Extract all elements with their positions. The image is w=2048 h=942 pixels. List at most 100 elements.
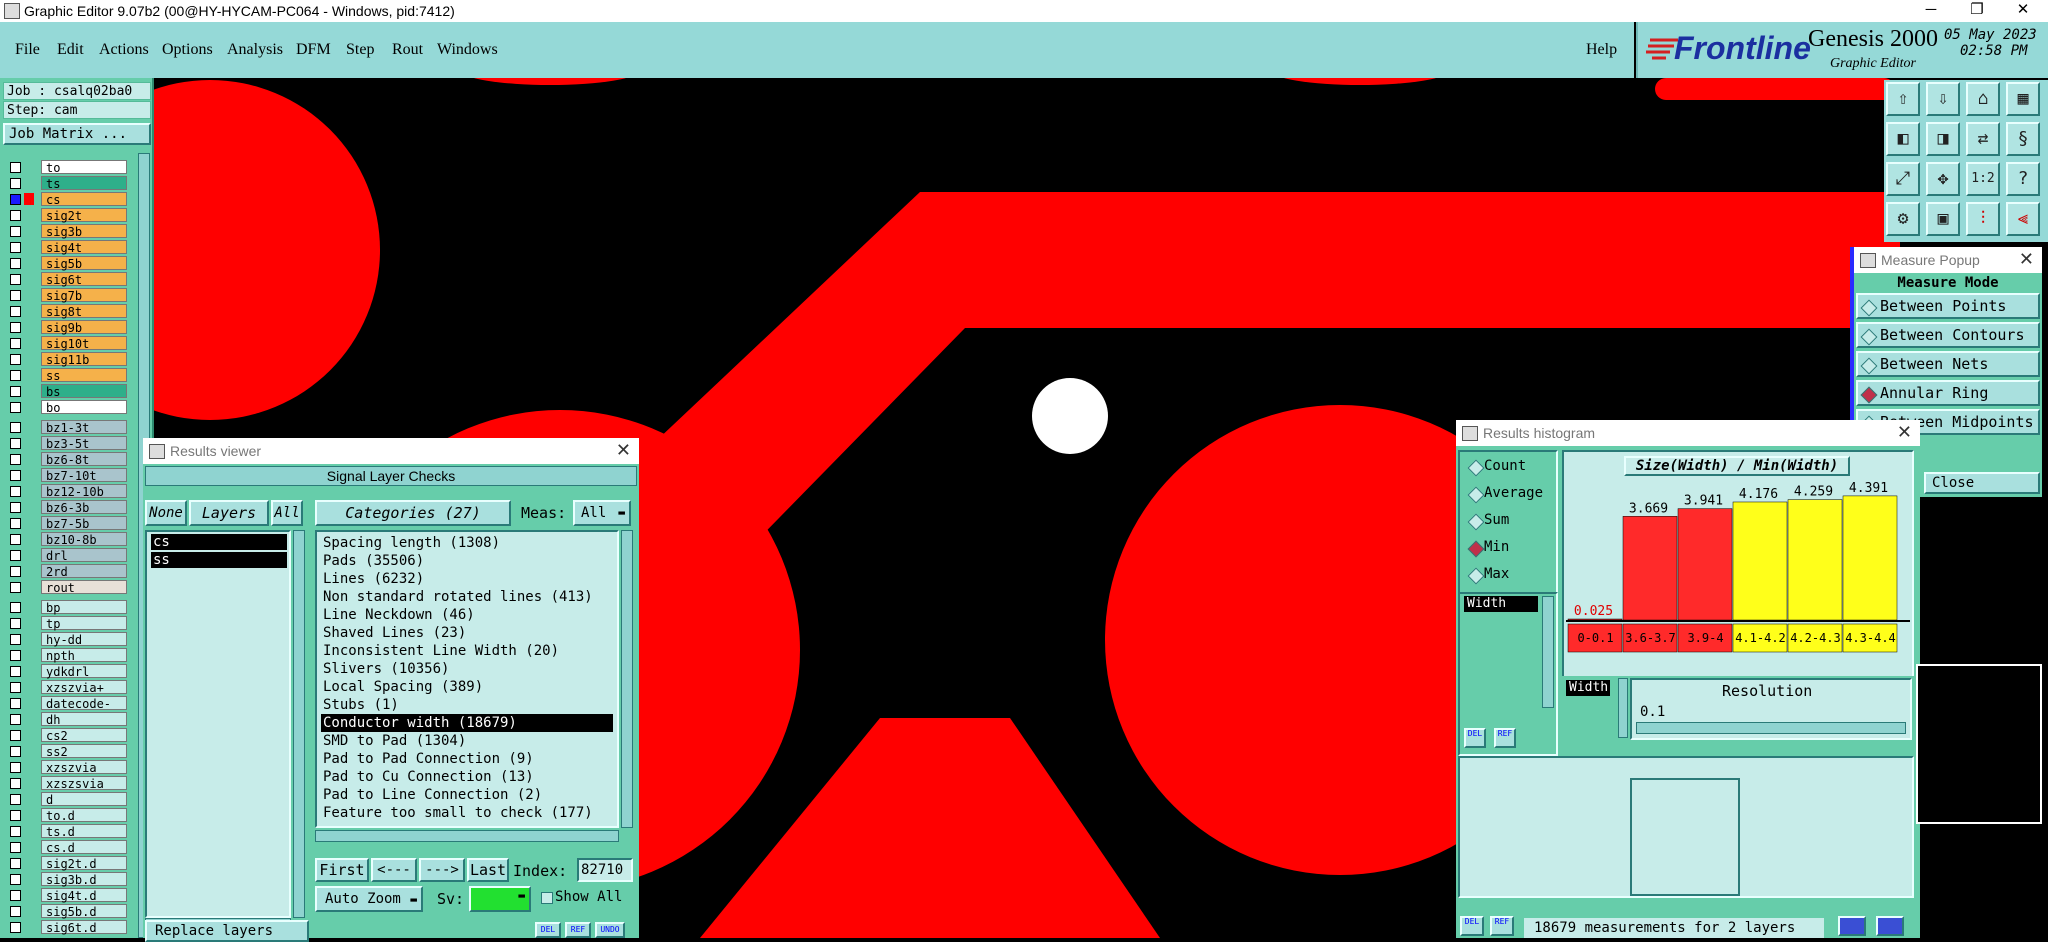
layer-name[interactable]: dh [41, 712, 127, 727]
layer-row[interactable]: sig3b [4, 224, 127, 239]
layer-checkbox[interactable] [10, 698, 21, 709]
layer-row[interactable]: sig3b.d [4, 872, 127, 887]
layer-row[interactable]: cs.d [4, 840, 127, 855]
layer-row[interactable]: 2rd [4, 564, 127, 579]
layer-name[interactable]: bz1-3t [41, 420, 127, 435]
layers-none-button[interactable]: None [145, 500, 187, 526]
layer-name[interactable]: bz6-8t [41, 452, 127, 467]
histogram-bar[interactable] [1622, 516, 1678, 621]
layer-checkbox[interactable] [10, 306, 21, 317]
index-field[interactable]: 82710 [577, 858, 633, 882]
close-icon[interactable]: ✕ [1897, 422, 1912, 443]
category-item[interactable]: Line Neckdown (46) [321, 606, 613, 624]
category-item[interactable]: Shaved Lines (23) [321, 624, 613, 642]
resolution-attr-scrollbar[interactable] [1618, 678, 1628, 738]
prev-button[interactable]: <--- [371, 858, 417, 882]
layer-checkbox[interactable] [10, 534, 21, 545]
delete-icon[interactable]: DEL [1464, 728, 1486, 748]
attribute-item[interactable]: Width [1464, 596, 1538, 612]
help-icon[interactable]: ? [2006, 162, 2040, 196]
layer-row[interactable]: tp [4, 616, 127, 631]
layer-checkbox[interactable] [10, 794, 21, 805]
layer-name[interactable]: bz3-5t [41, 436, 127, 451]
category-item[interactable]: Local Spacing (389) [321, 678, 613, 696]
aggregate-option[interactable]: Average [1462, 483, 1554, 505]
layer-name[interactable]: hy-dd [41, 632, 127, 647]
layer-name[interactable]: cs.d [41, 840, 127, 855]
aggregate-option[interactable]: Max [1462, 564, 1554, 586]
layer-row[interactable]: drl [4, 548, 127, 563]
layer-row[interactable]: bp [4, 600, 127, 615]
layer-row[interactable]: ydkdrl [4, 664, 127, 679]
menu-edit[interactable]: Edit [57, 41, 84, 59]
layer-name[interactable]: datecode-pbe [41, 696, 127, 725]
layer-checkbox[interactable] [10, 810, 21, 821]
auto-zoom-select[interactable]: Auto Zoom ▬ [315, 886, 423, 912]
layer-name[interactable]: bz10-8b [41, 532, 127, 547]
layer-row[interactable]: cs [4, 192, 127, 207]
layer-row[interactable]: sig5b.d [4, 904, 127, 919]
layer-name[interactable]: ts [41, 176, 127, 191]
layer-name[interactable]: xzszsvia [41, 776, 127, 791]
layer-checkbox[interactable] [10, 634, 21, 645]
layer-checkbox[interactable] [10, 666, 21, 677]
layer-checkbox[interactable] [10, 842, 21, 853]
menu-help[interactable]: Help [1586, 41, 1617, 59]
layer-name[interactable]: ydkdrl [41, 664, 127, 679]
category-item[interactable]: Pad to Pad Connection (9) [321, 750, 613, 768]
layer-row[interactable]: bz6-8t [4, 452, 127, 467]
layer-checkbox[interactable] [10, 618, 21, 629]
category-list[interactable]: Spacing length (1308) Pads (35506) Lines (… [315, 530, 619, 828]
replace-layers-select[interactable]: Replace layers [145, 920, 309, 942]
layer-row[interactable]: xzszvia [4, 760, 127, 775]
layer-checkbox[interactable] [10, 566, 21, 577]
layer-checkbox[interactable] [10, 226, 21, 237]
layer-row[interactable]: xzszsvia [4, 776, 127, 791]
histogram-bar[interactable] [1787, 499, 1843, 621]
layer-checkbox[interactable] [10, 422, 21, 433]
layer-row[interactable]: bz1-3t [4, 420, 127, 435]
layer-name[interactable]: sig6t [41, 272, 127, 287]
measure-close-button[interactable]: Close [1924, 472, 2040, 494]
measure-option[interactable]: Between Contours [1856, 322, 2040, 348]
layer-name[interactable]: bp [41, 600, 127, 615]
scale-icon[interactable]: 1:2 [1966, 162, 2000, 196]
layer-checkbox[interactable] [10, 470, 21, 481]
layer-name[interactable]: bz7-5b [41, 516, 127, 531]
pan-left-icon[interactable]: ◧ [1886, 122, 1920, 156]
attribute-scrollbar[interactable] [1542, 596, 1554, 708]
layer-name[interactable]: sig3b.d [41, 872, 127, 887]
next-button[interactable]: ---> [419, 858, 465, 882]
layer-checkbox[interactable] [10, 454, 21, 465]
layer-checkbox[interactable] [10, 922, 21, 933]
layer-checkbox[interactable] [10, 258, 21, 269]
histogram-bar[interactable] [1842, 495, 1898, 621]
measure-option[interactable]: Between Nets [1856, 351, 2040, 377]
category-item[interactable]: Pads (35506) [321, 552, 613, 570]
layout-icon[interactable]: ▣ [1926, 202, 1960, 236]
layer-checkbox[interactable] [10, 438, 21, 449]
zoom-fit-icon[interactable]: ⤢ [1886, 162, 1920, 196]
histogram-bar[interactable] [1567, 618, 1623, 621]
layer-row[interactable]: sig6t.d [4, 920, 127, 935]
layer-checkbox[interactable] [10, 650, 21, 661]
layer-row[interactable]: sig4t.d [4, 888, 127, 903]
layer-row[interactable]: cs2 [4, 728, 127, 743]
layer-row[interactable]: ss2 [4, 744, 127, 759]
result-layer-item[interactable]: ss [151, 552, 287, 568]
layer-checkbox[interactable] [10, 762, 21, 773]
layer-checkbox[interactable] [10, 386, 21, 397]
layer-name[interactable]: drl [41, 548, 127, 563]
measure-icon[interactable]: ⫶ [1966, 202, 2000, 236]
menu-rout[interactable]: Rout [392, 41, 423, 59]
layer-row[interactable]: bz7-10t [4, 468, 127, 483]
flip-icon[interactable]: ⇄ [1966, 122, 2000, 156]
layer-name[interactable]: sig5b [41, 256, 127, 271]
layer-row[interactable]: rout [4, 580, 127, 595]
layer-name[interactable]: npth [41, 648, 127, 663]
layer-name[interactable]: ss [41, 368, 127, 383]
layer-checkbox[interactable] [10, 890, 21, 901]
histogram-bar[interactable] [1677, 508, 1733, 621]
layer-checkbox[interactable] [10, 402, 21, 413]
layer-checkbox[interactable] [10, 370, 21, 381]
